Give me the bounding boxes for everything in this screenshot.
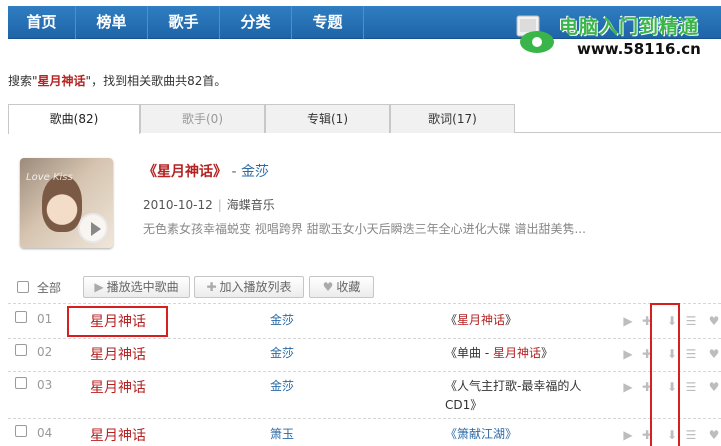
singer-name[interactable]: 箫玉 xyxy=(270,425,294,442)
meta-divider: | xyxy=(217,198,222,212)
row-number: 02 xyxy=(37,345,53,359)
album-bracket: 》 xyxy=(505,313,518,327)
album-cell[interactable]: 《箫献江湖》 xyxy=(445,425,595,444)
nav-item-charts[interactable]: 榜单 xyxy=(76,6,148,39)
add-to-list-icon[interactable]: ☰ xyxy=(684,346,698,362)
album-title-separator: - xyxy=(227,164,241,180)
search-keyword: 星月神话 xyxy=(37,74,86,88)
album-cover[interactable]: Love Kiss xyxy=(20,158,113,248)
album-bracket: 》 xyxy=(541,346,554,360)
album-title: 《星月神话》 - 金莎 xyxy=(143,161,269,181)
row-number: 01 xyxy=(37,312,53,326)
add-to-list-icon[interactable]: ☰ xyxy=(684,379,698,395)
tab-songs[interactable]: 歌曲(82) xyxy=(8,104,140,134)
play-icon: ▶ xyxy=(94,280,104,294)
select-all-checkbox[interactable] xyxy=(17,281,29,293)
divider xyxy=(8,303,721,304)
highlight-box-download xyxy=(650,303,680,446)
row-checkbox[interactable] xyxy=(15,425,27,437)
album-label: 海蝶音乐 xyxy=(226,198,275,212)
search-prefix: 搜索" xyxy=(8,74,38,88)
nav-item-singers[interactable]: 歌手 xyxy=(148,6,220,39)
add-to-list-icon[interactable]: ☰ xyxy=(684,313,698,329)
play-icon[interactable] xyxy=(78,213,108,243)
play-icon[interactable]: ▶ xyxy=(621,313,635,329)
album-description: 无色素女孩幸福蜕变 视唱跨界 甜歌玉女小天后瞬迭三年全心进化大碟 谱出甜美隽..… xyxy=(143,222,586,236)
album-date: 2010-10-12 xyxy=(143,198,213,212)
album-prefix: 单曲 - xyxy=(457,346,493,360)
highlight-box-song xyxy=(67,306,168,337)
watermark-url: www.58116.cn xyxy=(577,40,701,58)
song-title[interactable]: 星月神话 xyxy=(90,344,146,364)
table-row: 03 星月神话 金莎 《人气主打歌-最幸福的人CD1》 ▶ ✚ ⬇ ☰ ♥ xyxy=(8,371,721,417)
cover-photo xyxy=(42,176,82,232)
row-checkbox[interactable] xyxy=(15,377,27,389)
add-to-list-icon[interactable]: ☰ xyxy=(684,427,698,443)
album-cell[interactable]: 《人气主打歌-最幸福的人CD1》 xyxy=(445,377,591,415)
result-tabs: 歌曲(82) 歌手(0) 专辑(1) 歌词(17) xyxy=(8,104,721,134)
search-suffix: "，找到相关歌曲共82首。 xyxy=(85,74,227,88)
nav-item-categories[interactable]: 分类 xyxy=(220,6,292,39)
select-all-label: 全部 xyxy=(37,281,62,295)
tab-singers[interactable]: 歌手(0) xyxy=(140,104,265,133)
plus-icon: ✚ xyxy=(206,280,217,294)
play-selected-label: 播放选中歌曲 xyxy=(106,280,179,294)
cover-script: Love Kiss xyxy=(26,172,73,183)
album-highlight: 星月神话 xyxy=(492,346,541,360)
favorite-label: 收藏 xyxy=(336,280,361,294)
search-summary: 搜索"星月神话"，找到相关歌曲共82首。 xyxy=(8,72,226,89)
row-checkbox[interactable] xyxy=(15,344,27,356)
tab-albums[interactable]: 专辑(1) xyxy=(265,104,390,133)
album-name[interactable]: 《星月神话》 xyxy=(143,164,227,180)
row-number: 04 xyxy=(37,426,53,440)
favorite-button[interactable]: ♥ 收藏 xyxy=(309,276,374,298)
row-number: 03 xyxy=(37,378,53,392)
row-checkbox[interactable] xyxy=(15,311,27,323)
tab-lyrics[interactable]: 歌词(17) xyxy=(390,104,515,133)
album-artist[interactable]: 金莎 xyxy=(241,164,269,180)
album-cell[interactable]: 《单曲 - 星月神话》 xyxy=(445,344,595,363)
play-icon[interactable]: ▶ xyxy=(621,427,635,443)
play-icon[interactable]: ▶ xyxy=(621,346,635,362)
nav-item-topics[interactable]: 专题 xyxy=(292,6,364,39)
table-row: 04 星月神话 箫玉 《箫献江湖》 ▶ ✚ ⬇ ☰ ♥ xyxy=(8,419,721,446)
heart-icon[interactable]: ♥ xyxy=(707,427,721,443)
watermark-title: 电脑入门到精通 xyxy=(559,16,700,38)
album-cell[interactable]: 《星月神话》 xyxy=(445,311,595,330)
add-to-playlist-label: 加入播放列表 xyxy=(219,280,292,294)
nav-item-home[interactable]: 首页 xyxy=(8,6,76,39)
album-meta: 2010-10-12 | 海蝶音乐 xyxy=(143,196,275,213)
album-bracket: 《 xyxy=(445,346,458,360)
album-highlight: 星月神话 xyxy=(457,313,506,327)
singer-name[interactable]: 金莎 xyxy=(270,377,294,394)
heart-icon[interactable]: ♥ xyxy=(707,313,721,329)
watermark-logo: 电脑入门到精通 www.58116.cn xyxy=(515,10,721,65)
album-bracket: 《 xyxy=(445,313,458,327)
play-selected-button[interactable]: ▶ 播放选中歌曲 xyxy=(83,276,190,298)
play-icon[interactable]: ▶ xyxy=(621,379,635,395)
singer-name[interactable]: 金莎 xyxy=(270,344,294,361)
singer-name[interactable]: 金莎 xyxy=(270,311,294,328)
heart-icon[interactable]: ♥ xyxy=(707,379,721,395)
add-to-playlist-button[interactable]: ✚ 加入播放列表 xyxy=(194,276,304,298)
computer-logo-icon xyxy=(516,15,554,53)
heart-icon: ♥ xyxy=(322,280,334,294)
heart-icon[interactable]: ♥ xyxy=(707,346,721,362)
table-row: 02 星月神话 金莎 《单曲 - 星月神话》 ▶ ✚ ⬇ ☰ ♥ xyxy=(8,338,721,371)
song-title[interactable]: 星月神话 xyxy=(90,425,146,445)
song-title[interactable]: 星月神话 xyxy=(90,377,146,397)
